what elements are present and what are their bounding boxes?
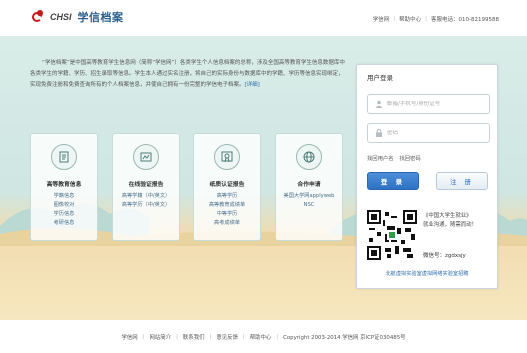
top-link-chsi[interactable]: 学信网 [373, 15, 390, 23]
password-input[interactable] [387, 130, 487, 136]
lock-icon [376, 129, 382, 137]
divider: | [276, 333, 279, 340]
wechat-id: 微信号：zgdxsjy [423, 253, 466, 259]
login-title: 用户登录 [367, 74, 393, 82]
footer-link-feedback[interactable]: 意见反馈 [216, 333, 238, 341]
qr-caption: 《中国大学生就业》 就业沟通，随需而动！ [423, 212, 495, 230]
hotline-text: 客服电话：010-82199588 [431, 17, 499, 23]
footer-link-help[interactable]: 帮助中心 [250, 333, 272, 341]
qr-caption-line1: 《中国大学生就业》 [423, 213, 472, 219]
card-paper-report[interactable]: 纸质认证报告 高等学历 高等教育成绩单 中等学历 高考成绩单 [193, 133, 261, 241]
wechat-qr-block: 《中国大学生就业》 就业沟通，随需而动！ 微信号：zgdxsjy [367, 210, 492, 260]
divider: | [142, 333, 145, 340]
card-link[interactable]: 高等学籍（中/英文） [113, 192, 179, 201]
user-icon [375, 100, 383, 108]
divider: | [425, 16, 428, 22]
card-link[interactable]: 学历信息 [31, 210, 97, 219]
find-links: 找回用户名 找回密码 [367, 154, 421, 162]
service-cards: 高等教育信息 学籍信息 图像校对 学历信息 考研信息 在线验证报告 高等学籍（中… [30, 133, 346, 241]
divider: | [242, 333, 245, 340]
card-title: 合作申请 [297, 182, 321, 188]
login-panel: 用户登录 找回用户名 找回密码 登 录 注 册 《中国大学生就业》 就业沟通 [356, 64, 498, 289]
divider: | [176, 333, 178, 340]
intro-paragraph: “学信档案”是中国高等教育学生信息网（简称“学信网”）各类学生个人信息档案的总称… [30, 58, 348, 91]
footer-link-chsi[interactable]: 学信网 [121, 333, 137, 341]
card-title: 纸质认证报告 [209, 182, 245, 188]
card-link[interactable]: 美国大学网applyweb [276, 192, 342, 201]
find-password-link[interactable]: 找回密码 [400, 154, 421, 162]
qr-caption-line2: 就业沟通，随需而动！ [423, 222, 477, 228]
top-link-help[interactable]: 帮助中心 [399, 15, 421, 23]
header: CHSI 学信档案 学信网 | 帮助中心 | 客服电话：010-82199588 [0, 0, 527, 36]
card-education-info[interactable]: 高等教育信息 学籍信息 图像校对 学历信息 考研信息 [30, 133, 98, 241]
card-link[interactable]: 高等教育成绩单 [194, 201, 260, 210]
logo[interactable]: CHSI 学信档案 [32, 8, 124, 26]
card-link[interactable]: 学籍信息 [31, 192, 97, 201]
username-field[interactable] [367, 94, 490, 114]
username-input[interactable] [387, 101, 487, 107]
divider: | [393, 16, 396, 22]
document-icon [51, 144, 77, 170]
card-link[interactable]: 高考成绩单 [194, 219, 260, 228]
intro-more-link[interactable]: [详细] [245, 82, 260, 88]
card-link[interactable]: 高等学历 [194, 192, 260, 201]
card-link[interactable]: 中等学历 [194, 210, 260, 219]
certificate-icon [214, 144, 240, 170]
chsi-logo-icon [32, 9, 46, 24]
password-field[interactable] [367, 123, 490, 143]
card-link[interactable]: 图像校对 [31, 201, 97, 210]
qr-code-icon [367, 210, 417, 260]
card-title: 在线验证报告 [128, 182, 164, 188]
divider: | [209, 333, 212, 340]
card-cooperation[interactable]: 合作申请 美国大学网applyweb NSC [275, 133, 343, 241]
logo-cn-text: 学信档案 [77, 11, 124, 24]
copyright-text: Copyright 2003-2014 学信网 京ICP证030485号 [283, 334, 406, 341]
footer-link-about[interactable]: 网站简介 [150, 333, 172, 341]
card-title: 高等教育信息 [46, 182, 82, 188]
footer: 学信网 | 网站简介 | 联系我们 | 意见反馈 | 帮助中心 | Copyri… [0, 320, 527, 353]
card-online-report[interactable]: 在线验证报告 高等学籍（中/英文） 高等学历（中/英文） [112, 133, 180, 241]
report-icon [133, 144, 159, 170]
login-footer-link[interactable]: 北航虚拟实验室虚拟网络实验室招聘 [357, 270, 497, 277]
register-button[interactable]: 注 册 [436, 172, 488, 190]
card-link[interactable]: 考研信息 [31, 219, 97, 228]
footer-link-contact[interactable]: 联系我们 [183, 333, 205, 341]
globe-icon [296, 144, 322, 170]
login-button[interactable]: 登 录 [367, 172, 419, 190]
card-link[interactable]: NSC [276, 201, 342, 210]
card-link[interactable]: 高等学历（中/英文） [113, 201, 179, 210]
logo-en-text: CHSI [50, 12, 72, 22]
intro-text: “学信档案”是中国高等教育学生信息网（简称“学信网”）各类学生个人信息档案的总称… [30, 60, 345, 88]
top-links: 学信网 | 帮助中心 | 客服电话：010-82199588 [373, 15, 499, 23]
find-username-link[interactable]: 找回用户名 [367, 154, 394, 162]
